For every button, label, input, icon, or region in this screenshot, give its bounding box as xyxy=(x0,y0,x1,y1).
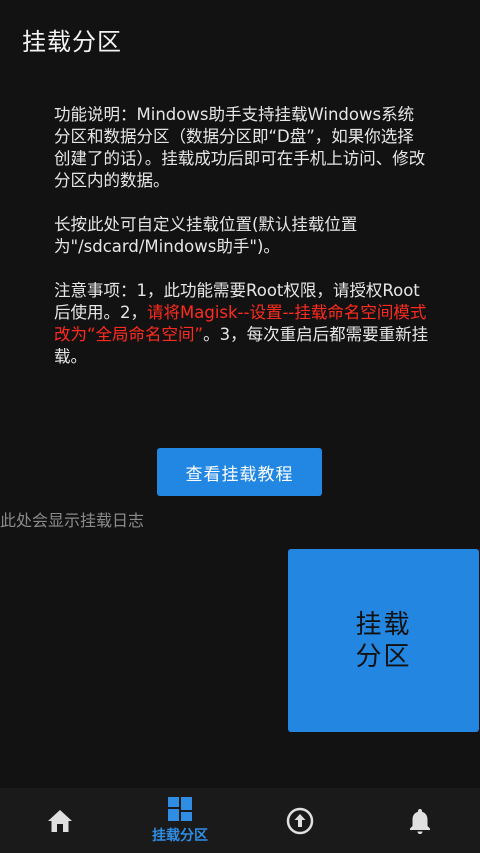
description-notes: 注意事项：1，此功能需要Root权限，请授权Root后使用。2，请将Magisk… xyxy=(54,280,430,368)
bell-icon xyxy=(410,808,430,834)
nav-item-upload[interactable] xyxy=(240,788,360,853)
home-icon xyxy=(48,809,72,832)
upload-icon xyxy=(286,807,314,834)
description-intro: 功能说明：Mindows助手支持挂载Windows系统分区和数据分区（数据分区即… xyxy=(54,105,426,190)
mount-log: 此处会显示挂载日志 xyxy=(0,511,145,530)
nav-item-home[interactable] xyxy=(0,788,120,853)
description-location: 长按此处可自定义挂载位置(默认挂载位置为"/sdcard/Mindows助手")… xyxy=(54,215,358,256)
description-panel[interactable]: 功能说明：Mindows助手支持挂载Windows系统分区和数据分区（数据分区即… xyxy=(54,104,430,390)
mount-partition-button[interactable]: 挂载 分区 xyxy=(288,549,479,732)
nav-item-mount[interactable]: 挂载分区 xyxy=(120,788,240,853)
nav-label-mount: 挂载分区 xyxy=(152,828,208,844)
partition-icon xyxy=(168,797,192,821)
bottom-navigation: 挂载分区 xyxy=(0,788,480,853)
page-title: 挂载分区 xyxy=(22,28,122,56)
view-tutorial-button[interactable]: 查看挂载教程 xyxy=(157,448,322,496)
nav-item-notifications[interactable] xyxy=(360,788,480,853)
mount-button-line1: 挂载 xyxy=(355,609,412,640)
mount-button-line2: 分区 xyxy=(355,641,412,672)
